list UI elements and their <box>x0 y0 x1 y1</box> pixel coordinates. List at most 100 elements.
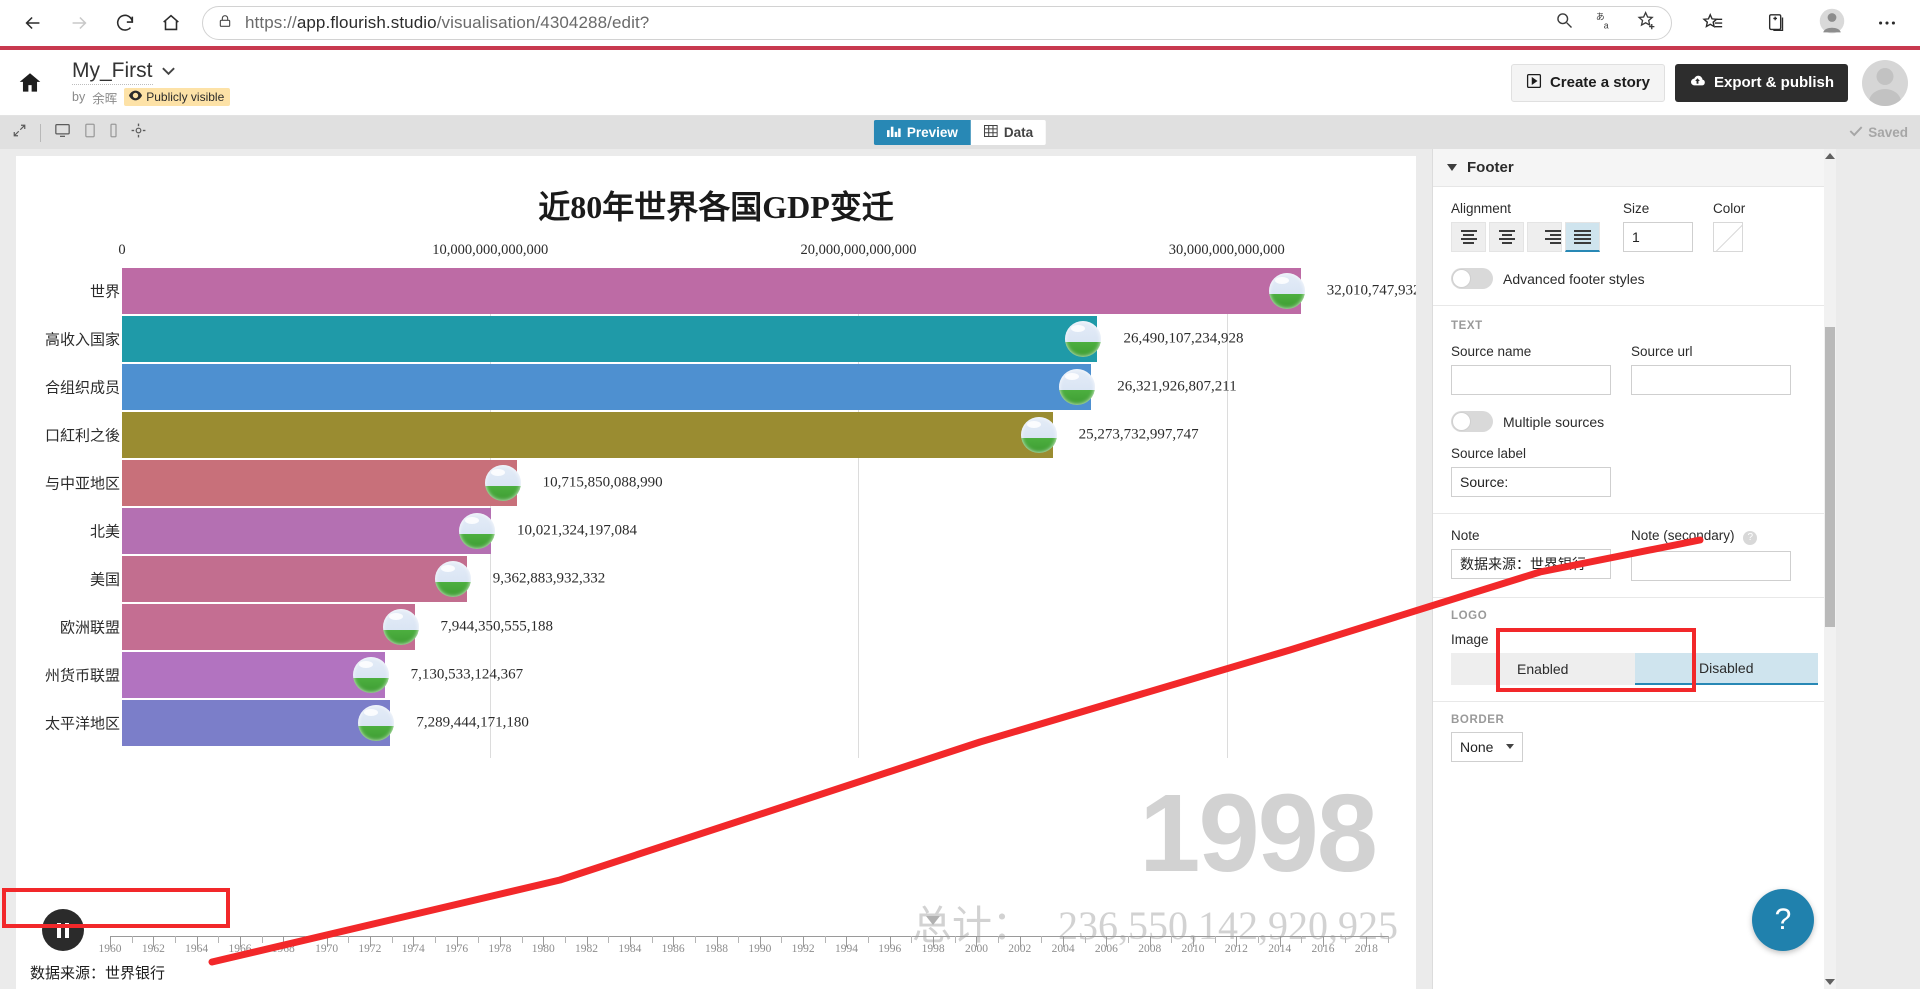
timeline-year-label[interactable]: 1988 <box>705 943 728 955</box>
timeline-year-label[interactable]: 2002 <box>1008 943 1031 955</box>
bar-row[interactable]: 北美 10,021,324,197,084 <box>16 508 1416 554</box>
flourish-home-icon[interactable] <box>0 70 60 96</box>
timeline-tick <box>304 936 306 943</box>
timeline-year-label[interactable]: 1992 <box>792 943 815 955</box>
timeline-year-label[interactable]: 1998 <box>922 943 945 955</box>
align-left-button[interactable] <box>1451 222 1486 252</box>
bar[interactable] <box>122 364 1096 410</box>
timeline-year-label[interactable]: 2008 <box>1138 943 1161 955</box>
bar-row[interactable]: 美国 9,362,883,932,332 <box>16 556 1416 602</box>
create-story-button[interactable]: Create a story <box>1510 63 1665 102</box>
chevron-down-icon <box>1506 744 1514 749</box>
desktop-icon[interactable] <box>54 123 71 143</box>
note-secondary-input[interactable] <box>1631 550 1791 581</box>
collections-favorites-icon[interactable] <box>1690 3 1736 43</box>
multiple-sources-toggle[interactable] <box>1451 411 1493 432</box>
timeline-year-label[interactable]: 1972 <box>358 943 381 955</box>
tablet-icon[interactable] <box>84 123 96 143</box>
timeline-handle[interactable] <box>926 916 941 925</box>
translate-icon[interactable]: あa <box>1595 10 1616 36</box>
size-input[interactable]: 1 <box>1623 222 1693 252</box>
chevron-down-icon[interactable] <box>161 64 176 79</box>
panel-scrollbar[interactable] <box>1824 149 1836 989</box>
bar[interactable] <box>122 652 389 698</box>
mobile-icon[interactable] <box>109 123 118 143</box>
timeline-year-label[interactable]: 1994 <box>835 943 858 955</box>
timeline-year-label[interactable]: 1986 <box>662 943 685 955</box>
bar[interactable] <box>122 460 521 506</box>
profile-icon[interactable] <box>1818 7 1846 40</box>
align-justify-button[interactable] <box>1565 222 1600 252</box>
search-icon[interactable] <box>1554 10 1575 36</box>
export-publish-button[interactable]: Export & publish <box>1675 63 1848 102</box>
timeline-ruler[interactable] <box>110 936 1389 947</box>
timeline-year-label[interactable]: 1974 <box>402 943 425 955</box>
source-label-input[interactable]: Source: <box>1451 467 1611 497</box>
bar-row[interactable]: 太平洋地区 7,289,444,171,180 <box>16 700 1416 746</box>
bar[interactable] <box>122 700 395 746</box>
reload-icon[interactable] <box>102 3 148 43</box>
bar-row[interactable]: 欧洲联盟 7,944,350,555,188 <box>16 604 1416 650</box>
timeline-year-label[interactable]: 2004 <box>1052 943 1075 955</box>
timeline-year-label[interactable]: 1964 <box>185 943 208 955</box>
scrollbar-thumb[interactable] <box>1825 327 1835 627</box>
note-input[interactable]: 数据来源：世界银行 <box>1451 549 1611 579</box>
align-center-button[interactable] <box>1489 222 1524 252</box>
timeline-year-label[interactable]: 1966 <box>228 943 251 955</box>
timeline-year-label[interactable]: 2014 <box>1268 943 1291 955</box>
source-url-input[interactable] <box>1631 365 1791 395</box>
timeline-year-label[interactable]: 2006 <box>1095 943 1118 955</box>
page-title[interactable]: My_First <box>72 59 153 85</box>
bar[interactable] <box>122 604 419 650</box>
timeline-year-label[interactable]: 1990 <box>748 943 771 955</box>
bar[interactable] <box>122 412 1057 458</box>
timeline-year-label[interactable]: 2018 <box>1355 943 1378 955</box>
border-select[interactable]: None <box>1451 731 1523 762</box>
timeline-year-label[interactable]: 2012 <box>1225 943 1248 955</box>
source-name-input[interactable] <box>1451 365 1611 395</box>
timeline-year-label[interactable]: 2016 <box>1312 943 1335 955</box>
help-hint-icon[interactable]: ? <box>1743 530 1758 545</box>
collections-icon[interactable] <box>1754 3 1800 43</box>
bar[interactable] <box>122 268 1305 314</box>
gear-icon[interactable] <box>131 123 146 143</box>
bar[interactable] <box>122 316 1102 362</box>
more-options-icon[interactable] <box>1864 3 1910 43</box>
home-icon[interactable] <box>148 3 194 43</box>
timeline-year-label[interactable]: 1980 <box>532 943 555 955</box>
scroll-up-arrow-icon[interactable] <box>1825 153 1835 159</box>
advanced-footer-toggle[interactable] <box>1451 268 1493 289</box>
bar-row[interactable]: 口紅利之後 25,273,732,997,747 <box>16 412 1416 458</box>
bar[interactable] <box>122 556 471 602</box>
back-arrow-icon[interactable] <box>10 3 56 43</box>
timeline-year-label[interactable]: 1970 <box>315 943 338 955</box>
add-favorite-icon[interactable] <box>1636 10 1657 36</box>
scroll-down-arrow-icon[interactable] <box>1825 979 1835 985</box>
expand-icon[interactable] <box>12 123 27 143</box>
timeline-year-label[interactable]: 1960 <box>99 943 122 955</box>
bar-row[interactable]: 合组织成员 26,321,926,807,211 <box>16 364 1416 410</box>
bar-row[interactable]: 高收入国家 26,490,107,234,928 <box>16 316 1416 362</box>
help-button[interactable]: ? <box>1752 889 1814 951</box>
timeline-year-label[interactable]: 1962 <box>142 943 165 955</box>
bar[interactable] <box>122 508 496 554</box>
timeline-year-label[interactable]: 1976 <box>445 943 468 955</box>
status-badge[interactable]: Publicly visible <box>124 88 231 106</box>
bar-row[interactable]: 州货币联盟 7,130,533,124,367 <box>16 652 1416 698</box>
tab-preview[interactable]: Preview <box>873 120 971 145</box>
color-swatch[interactable] <box>1713 222 1743 252</box>
timeline-year-label[interactable]: 1982 <box>575 943 598 955</box>
address-bar[interactable]: https://app.flourish.studio/visualisatio… <box>202 6 1672 40</box>
timeline-year-label[interactable]: 1968 <box>272 943 295 955</box>
avatar[interactable] <box>1862 59 1908 106</box>
timeline-year-label[interactable]: 1984 <box>618 943 641 955</box>
footer-section-header[interactable]: Footer <box>1433 149 1836 187</box>
bar-row[interactable]: 世界 32,010,747,932 <box>16 268 1416 314</box>
timeline-year-label[interactable]: 2000 <box>965 943 988 955</box>
tab-data[interactable]: Data <box>970 120 1047 145</box>
timeline-year-label[interactable]: 1996 <box>878 943 901 955</box>
align-right-button[interactable] <box>1527 222 1562 252</box>
bar-row[interactable]: 与中亚地区 10,715,850,088,990 <box>16 460 1416 506</box>
timeline-year-label[interactable]: 1978 <box>488 943 511 955</box>
timeline-year-label[interactable]: 2010 <box>1182 943 1205 955</box>
